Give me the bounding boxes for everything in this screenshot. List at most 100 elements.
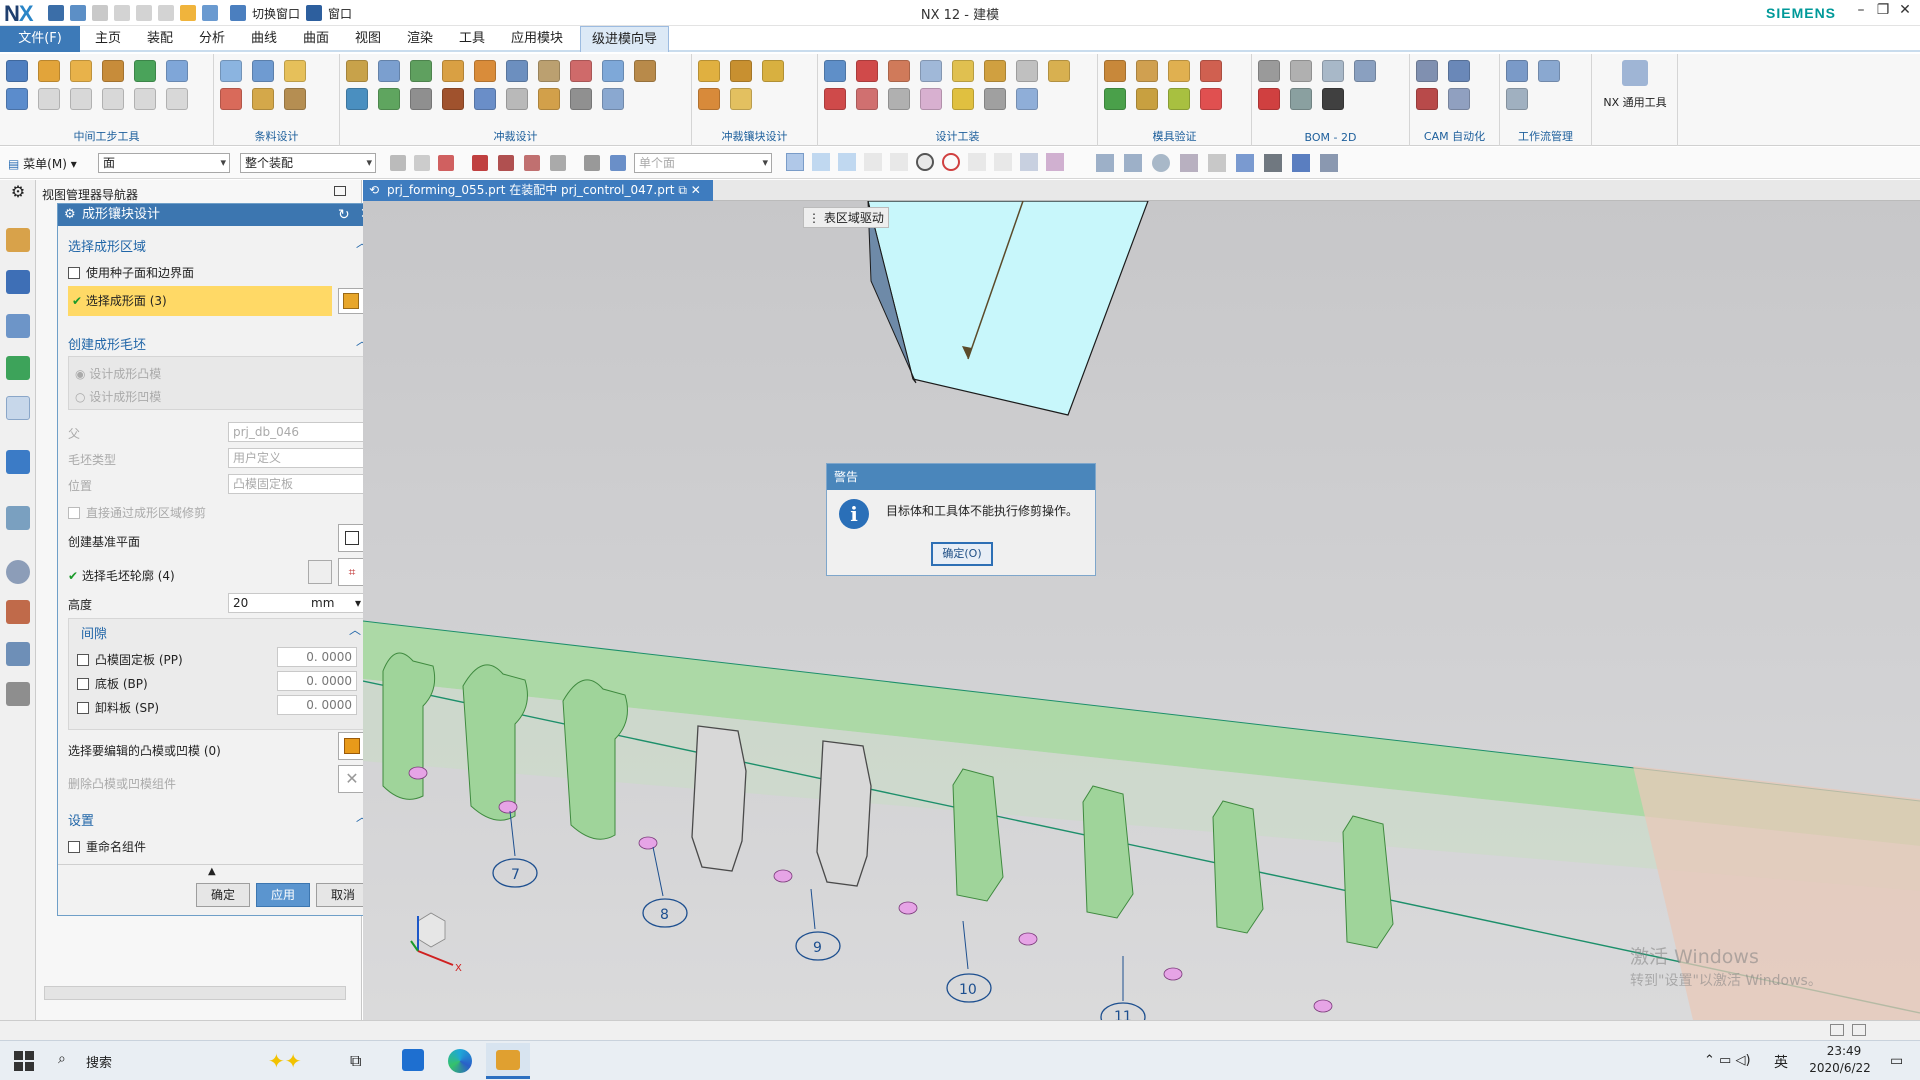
- ribbon-tool-icon[interactable]: [730, 60, 752, 82]
- ribbon-tool-icon[interactable]: [1448, 88, 1470, 110]
- menu-button[interactable]: ▤ 菜单(M) ▾: [8, 155, 77, 172]
- clearance-sp-checkbox[interactable]: 卸料板 (SP): [77, 699, 159, 716]
- clock-date[interactable]: 2020/6/22: [1800, 1061, 1880, 1075]
- history-icon[interactable]: [6, 560, 30, 584]
- ribbon-tool-icon[interactable]: [856, 60, 878, 82]
- ribbon-group-label[interactable]: 模具验证: [1098, 128, 1251, 144]
- ribbon-tool-icon[interactable]: [506, 88, 528, 110]
- punch-radio[interactable]: ◉ 设计成形凸模: [75, 365, 161, 382]
- view-icon[interactable]: [1096, 154, 1114, 172]
- use-seed-checkbox[interactable]: 使用种子面和边界面: [68, 264, 194, 281]
- ribbon-tool-icon[interactable]: [1258, 88, 1280, 110]
- ribbon-group-label[interactable]: CAM 自动化: [1410, 128, 1499, 144]
- snap-icon[interactable]: [864, 153, 882, 171]
- tray-icons[interactable]: ⌃ ▭ ◁): [1704, 1053, 1751, 1068]
- assembly-navigator-icon[interactable]: [6, 228, 30, 252]
- roles-icon[interactable]: [6, 682, 30, 706]
- ribbon-tool-icon[interactable]: [570, 88, 592, 110]
- tab-progressive-die-wizard[interactable]: 级进模向导: [580, 26, 670, 52]
- select-icon[interactable]: [584, 155, 600, 171]
- clearance-bp-checkbox[interactable]: 底板 (BP): [77, 675, 148, 692]
- ribbon-tool-icon[interactable]: [538, 88, 560, 110]
- ribbon-tool-icon[interactable]: [570, 60, 592, 82]
- ribbon-tool-icon[interactable]: [252, 88, 274, 110]
- ribbon-tool-icon[interactable]: [1200, 60, 1222, 82]
- ribbon-tool-icon[interactable]: [166, 60, 188, 82]
- ribbon-tool-icon[interactable]: [920, 60, 942, 82]
- face-selector-icon[interactable]: [338, 288, 364, 314]
- cancel-button[interactable]: 取消: [316, 883, 370, 907]
- ribbon-tool-icon[interactable]: [1354, 60, 1376, 82]
- clearance-bp-input[interactable]: 0. 0000: [277, 671, 357, 691]
- clearance-pp-input[interactable]: 0. 0000: [277, 647, 357, 667]
- ribbon-tool-icon[interactable]: [166, 88, 188, 110]
- view-icon[interactable]: [1124, 154, 1142, 172]
- section-select-region[interactable]: 选择成形区域: [68, 236, 146, 255]
- ribbon-tool-icon[interactable]: [1416, 60, 1438, 82]
- ribbon-tool-icon[interactable]: [474, 88, 496, 110]
- height-input[interactable]: 20 mm ▾: [228, 593, 366, 613]
- type-filter-select[interactable]: 面: [98, 153, 230, 173]
- ribbon-tool-icon[interactable]: [70, 88, 92, 110]
- gear-icon[interactable]: ⚙: [6, 182, 30, 206]
- ime-indicator[interactable]: 英: [1774, 1052, 1788, 1072]
- ribbon-tool-icon[interactable]: [70, 60, 92, 82]
- ribbon-tool-icon[interactable]: [1048, 60, 1070, 82]
- ribbon-group-label[interactable]: 工作流管理: [1500, 128, 1591, 144]
- ribbon-tool-icon[interactable]: [134, 60, 156, 82]
- hd3d-icon[interactable]: [6, 450, 30, 474]
- select-faces-row[interactable]: ✔ 选择成形面 (3): [68, 286, 332, 316]
- ribbon-tool-icon[interactable]: [410, 60, 432, 82]
- nx-tools-label[interactable]: NX 通用工具: [1596, 94, 1674, 110]
- ribbon-tool-icon[interactable]: [220, 60, 242, 82]
- ribbon-tool-icon[interactable]: [824, 88, 846, 110]
- snap-icon[interactable]: [916, 153, 934, 171]
- ribbon-tool-icon[interactable]: [220, 88, 242, 110]
- snap-icon[interactable]: [942, 153, 960, 171]
- tab-view[interactable]: 视图: [344, 26, 392, 52]
- ribbon-tool-icon[interactable]: [102, 88, 124, 110]
- ribbon-tool-icon[interactable]: [442, 88, 464, 110]
- ribbon-tool-icon[interactable]: [1136, 60, 1158, 82]
- trim-checkbox[interactable]: 直接通过成形区域修剪: [68, 504, 206, 521]
- ribbon-tool-icon[interactable]: [602, 60, 624, 82]
- snap-icon[interactable]: [390, 155, 406, 171]
- ribbon-tool-icon[interactable]: [888, 60, 910, 82]
- ribbon-tool-icon[interactable]: [1016, 88, 1038, 110]
- snap-icon[interactable]: [414, 155, 430, 171]
- ribbon-tool-icon[interactable]: [824, 60, 846, 82]
- tab-curve[interactable]: 曲线: [240, 26, 288, 52]
- clearance-sp-input[interactable]: 0. 0000: [277, 695, 357, 715]
- view-icon[interactable]: [1180, 154, 1198, 172]
- ribbon-tool-icon[interactable]: [920, 88, 942, 110]
- close-tab-icon[interactable]: ✕: [691, 183, 701, 197]
- position-select[interactable]: 凸模固定板: [228, 474, 364, 494]
- select-punch-icon[interactable]: [338, 732, 366, 760]
- tab-tools[interactable]: 工具: [448, 26, 496, 52]
- ribbon-tool-icon[interactable]: [134, 88, 156, 110]
- view-manager-icon[interactable]: [6, 396, 30, 420]
- minimize-icon[interactable]: –: [1850, 2, 1872, 24]
- sketch-icon[interactable]: [308, 560, 332, 584]
- ribbon-tool-icon[interactable]: [1104, 88, 1126, 110]
- file-menu[interactable]: 文件(F): [0, 26, 80, 52]
- tab-home[interactable]: 主页: [84, 26, 132, 52]
- clock-time[interactable]: 23:49: [1814, 1044, 1874, 1058]
- ribbon-tool-icon[interactable]: [346, 60, 368, 82]
- maximize-panel-icon[interactable]: [334, 186, 346, 196]
- ribbon-tool-icon[interactable]: [474, 60, 496, 82]
- ribbon-tool-icon[interactable]: [1258, 60, 1280, 82]
- section-create-blank[interactable]: 创建成形毛坯: [68, 334, 146, 353]
- ribbon-group-label[interactable]: 中间工步工具: [0, 128, 213, 144]
- warning-ok-button[interactable]: 确定(O): [931, 542, 993, 566]
- ribbon-tool-icon[interactable]: [1322, 88, 1344, 110]
- part-navigator-icon[interactable]: [6, 314, 30, 338]
- select-icon[interactable]: [524, 155, 540, 171]
- curve-select-icon[interactable]: ⌗: [338, 558, 366, 586]
- section-clearance[interactable]: 间隙: [81, 623, 107, 642]
- section-settings[interactable]: 设置: [68, 810, 94, 829]
- delete-icon[interactable]: ✕: [338, 765, 366, 793]
- ribbon-tool-icon[interactable]: [1506, 88, 1528, 110]
- ribbon-tool-icon[interactable]: [888, 88, 910, 110]
- nx-taskbar-button[interactable]: [486, 1043, 530, 1079]
